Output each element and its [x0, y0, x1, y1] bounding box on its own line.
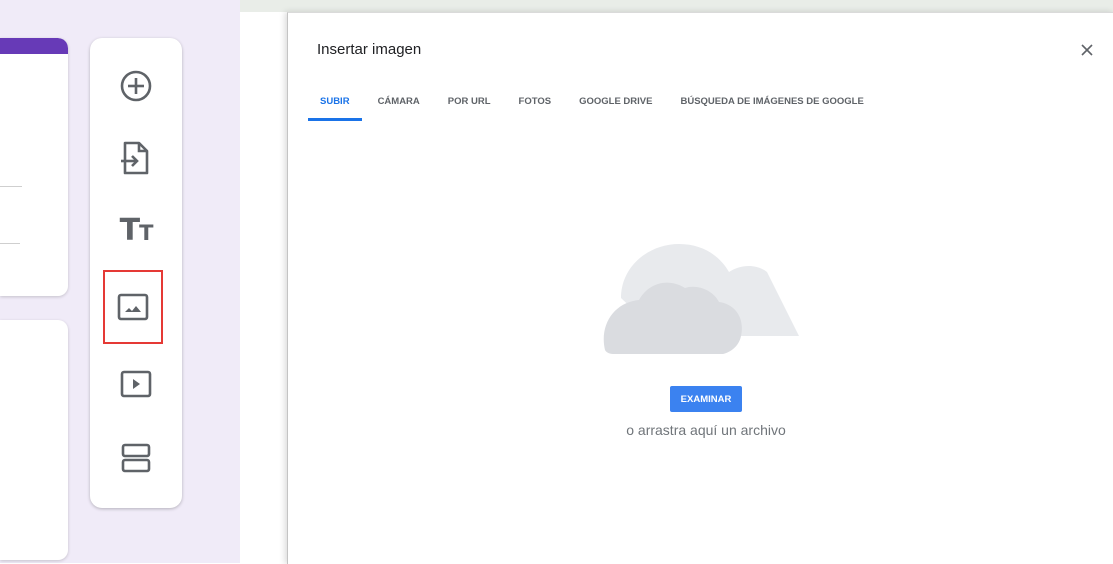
- tab-google-drive[interactable]: GOOGLE DRIVE: [565, 93, 666, 123]
- form-header-card[interactable]: [0, 38, 68, 296]
- dialog-tabs: SUBIR CÁMARA POR URL FOTOS GOOGLE DRIVE …: [306, 93, 878, 123]
- add-circle-icon: [120, 70, 152, 102]
- section-icon: [121, 443, 151, 473]
- tab-photos[interactable]: FOTOS: [505, 93, 566, 123]
- add-section-button[interactable]: [108, 430, 164, 486]
- browse-button[interactable]: EXAMINAR: [670, 386, 742, 412]
- drag-drop-hint: o arrastra aquí un archivo: [626, 422, 786, 438]
- background-strip: [240, 0, 1113, 12]
- tab-google-image-search[interactable]: BÚSQUEDA DE IMÁGENES DE GOOGLE: [666, 93, 877, 123]
- question-card[interactable]: [0, 320, 68, 560]
- tab-upload[interactable]: SUBIR: [306, 93, 364, 123]
- title-icon: TT: [119, 212, 154, 248]
- video-icon: [120, 370, 152, 398]
- form-header-accent: [0, 38, 68, 54]
- insert-image-dialog: Insertar imagen SUBIR CÁMARA POR URL FOT…: [287, 12, 1113, 564]
- close-button[interactable]: [1076, 39, 1098, 61]
- tab-camera[interactable]: CÁMARA: [364, 93, 434, 123]
- add-image-button[interactable]: [103, 270, 163, 344]
- close-icon: [1081, 44, 1093, 56]
- form-field-underline: [0, 186, 22, 187]
- form-field-underline: [0, 243, 20, 244]
- add-question-button[interactable]: [108, 58, 164, 114]
- tab-by-url[interactable]: POR URL: [434, 93, 505, 123]
- add-video-button[interactable]: [108, 356, 164, 412]
- image-icon: [117, 293, 149, 321]
- import-questions-button[interactable]: [108, 130, 164, 186]
- cloud-icon: [603, 244, 799, 354]
- add-title-button[interactable]: TT: [108, 202, 164, 258]
- dialog-title: Insertar imagen: [317, 41, 422, 58]
- form-toolbar: TT: [90, 38, 182, 508]
- import-icon: [121, 141, 149, 175]
